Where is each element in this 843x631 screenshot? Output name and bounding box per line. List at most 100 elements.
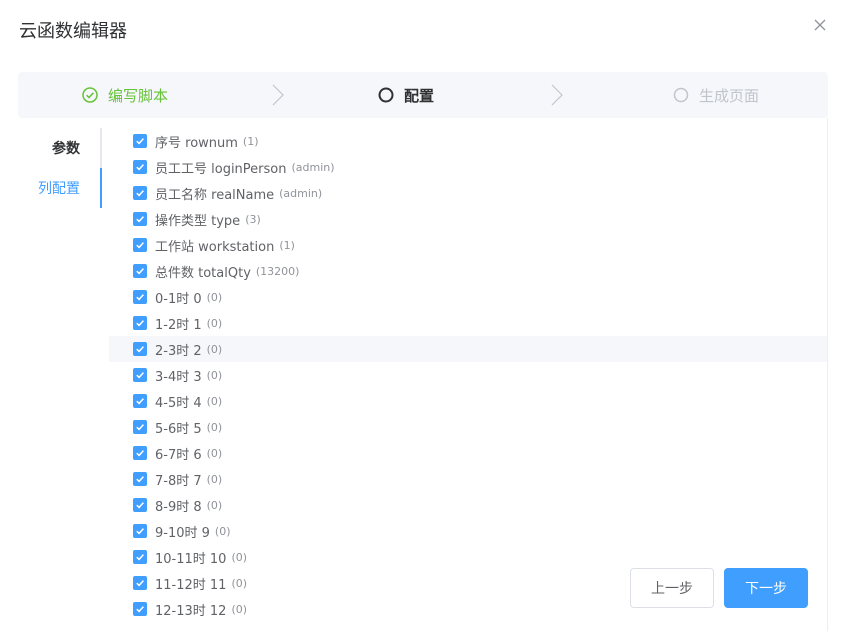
checkmark-icon [136, 450, 144, 457]
checkbox[interactable] [133, 394, 147, 408]
checkbox[interactable] [133, 368, 147, 382]
column-row[interactable]: 4-5时 4 (0) [109, 388, 827, 414]
column-label: 9-10时 9 [155, 525, 210, 541]
active-tab-indicator [100, 168, 102, 208]
checkmark-icon [136, 476, 144, 483]
column-sample-value: (admin) [279, 186, 323, 200]
checkbox[interactable] [133, 472, 147, 486]
checkbox[interactable] [133, 160, 147, 174]
column-row[interactable]: 1-2时 1 (0) [109, 310, 827, 336]
checkmark-icon [136, 372, 144, 379]
checkmark-icon [136, 606, 144, 613]
column-row[interactable]: 12-13时 12 (0) [109, 596, 827, 622]
column-sample-value: (0) [206, 394, 223, 408]
step-generate-page: 生成页面 [673, 72, 759, 118]
column-label: 10-11时 10 [155, 551, 227, 567]
column-label: 序号 rownum [155, 135, 238, 151]
circle-icon [378, 87, 394, 103]
chevron-right-icon [270, 83, 286, 107]
column-sample-value: (0) [231, 576, 248, 590]
column-sample-value: (0) [206, 446, 223, 460]
column-row[interactable]: 9-10时 9 (0) [109, 518, 827, 544]
column-row[interactable]: 工作站 workstation (1) [109, 232, 827, 258]
column-row[interactable]: 10-11时 10 (0) [109, 544, 827, 570]
checkmark-icon [136, 580, 144, 587]
checkbox[interactable] [133, 446, 147, 460]
column-sample-value: (0) [206, 342, 223, 356]
checkbox[interactable] [133, 524, 147, 538]
column-sample-value: (0) [206, 472, 223, 486]
column-sample-value: (0) [206, 316, 223, 330]
checkbox[interactable] [133, 134, 147, 148]
close-icon[interactable] [812, 17, 828, 33]
checkmark-icon [136, 424, 144, 431]
column-label: 3-4时 3 [155, 369, 202, 385]
column-label: 12-13时 12 [155, 603, 227, 619]
checkbox[interactable] [133, 420, 147, 434]
checkmark-icon [136, 320, 144, 327]
column-label: 总件数 totalQty [155, 265, 251, 281]
prev-step-button[interactable]: 上一步 [630, 568, 714, 608]
chevron-right-icon [549, 83, 565, 107]
column-row[interactable]: 5-6时 5 (0) [109, 414, 827, 440]
column-sample-value: (3) [245, 212, 261, 226]
column-label: 5-6时 5 [155, 421, 202, 437]
column-sample-value: (admin) [291, 160, 335, 174]
step-write-script: 编写脚本 [82, 72, 168, 118]
checkmark-icon [136, 138, 144, 145]
column-row[interactable]: 员工名称 realName (admin) [109, 180, 827, 206]
checkbox[interactable] [133, 238, 147, 252]
step-config: 配置 [378, 72, 434, 118]
column-row[interactable]: 总件数 totalQty (13200) [109, 258, 827, 284]
column-sample-value: (0) [214, 524, 231, 538]
column-label: 员工名称 realName [155, 187, 275, 203]
checkmark-icon [136, 190, 144, 197]
column-label: 2-3时 2 [155, 343, 202, 359]
tab-params[interactable]: 参数 [18, 128, 100, 168]
checkbox[interactable] [133, 212, 147, 226]
column-row[interactable]: 11-12时 11 (0) [109, 570, 827, 596]
column-label: 操作类型 type [155, 213, 241, 229]
checkbox[interactable] [133, 264, 147, 278]
column-row[interactable]: 6-7时 6 (0) [109, 440, 827, 466]
column-row[interactable]: 8-9时 8 (0) [109, 492, 827, 518]
checkmark-icon [136, 268, 144, 275]
column-row[interactable]: 序号 rownum (1) [109, 128, 827, 154]
checkmark-icon [136, 398, 144, 405]
tab-column-config[interactable]: 列配置 [18, 168, 100, 208]
column-sample-value: (0) [206, 498, 223, 512]
checkbox[interactable] [133, 290, 147, 304]
column-label: 7-8时 7 [155, 473, 202, 489]
column-row[interactable]: 员工工号 loginPerson (admin) [109, 154, 827, 180]
column-row[interactable]: 2-3时 2 (0) [109, 336, 827, 362]
checkmark-icon [136, 528, 144, 535]
column-sample-value: (13200) [255, 264, 300, 278]
checkbox[interactable] [133, 576, 147, 590]
column-label: 员工工号 loginPerson [155, 161, 287, 177]
column-sample-value: (1) [242, 134, 259, 148]
checkmark-icon [136, 216, 144, 223]
column-row[interactable]: 0-1时 0 (0) [109, 284, 827, 310]
column-label: 11-12时 11 [155, 577, 227, 593]
column-sample-value: (0) [231, 550, 248, 564]
column-row[interactable]: 7-8时 7 (0) [109, 466, 827, 492]
checkbox[interactable] [133, 550, 147, 564]
column-label: 8-9时 8 [155, 499, 202, 515]
side-tabs: 参数 列配置 [18, 128, 102, 208]
step-label: 编写脚本 [108, 86, 169, 105]
checkmark-icon [136, 554, 144, 561]
column-sample-value: (1) [279, 238, 295, 252]
next-step-button[interactable]: 下一步 [724, 568, 808, 608]
checkmark-icon [136, 294, 144, 301]
column-row[interactable]: 操作类型 type (3) [109, 206, 827, 232]
checkbox[interactable] [133, 498, 147, 512]
column-row[interactable]: 3-4时 3 (0) [109, 362, 827, 388]
checkbox[interactable] [133, 342, 147, 356]
column-sample-value: (0) [231, 602, 248, 616]
column-label: 4-5时 4 [155, 395, 202, 411]
checkbox[interactable] [133, 316, 147, 330]
checkbox[interactable] [133, 186, 147, 200]
circle-icon [673, 87, 689, 103]
checkbox[interactable] [133, 602, 147, 616]
column-label: 1-2时 1 [155, 317, 202, 333]
